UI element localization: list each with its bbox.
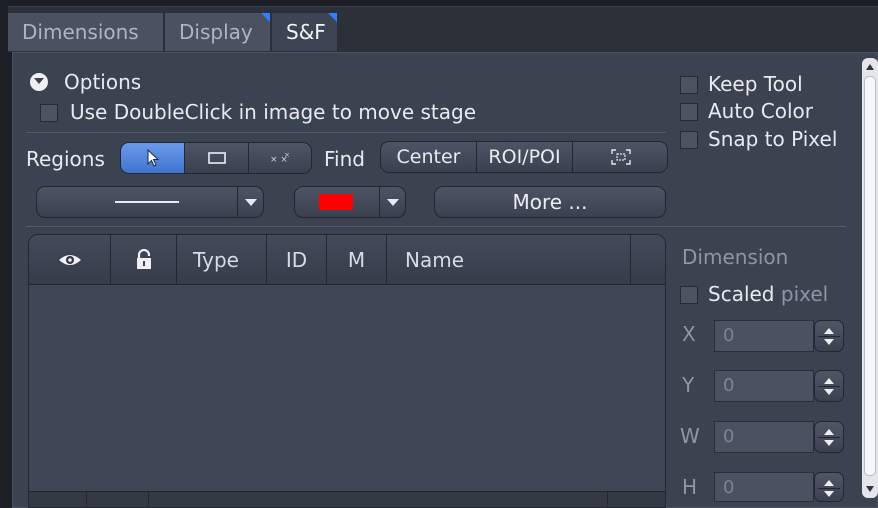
tab-corner-marker	[328, 13, 337, 22]
dimension-header: Dimension	[682, 245, 789, 269]
options-collapse-icon[interactable]	[30, 73, 48, 91]
table-header: Type ID M Name	[29, 235, 665, 285]
divider	[26, 226, 846, 227]
find-button-group: Center ROI/POI	[380, 141, 668, 173]
find-center-label: Center	[396, 146, 461, 168]
roi-table: Type ID M Name	[28, 234, 666, 508]
column-type[interactable]: Type	[177, 235, 267, 285]
keep-tool-label: Keep Tool	[708, 72, 803, 96]
find-center-button[interactable]: Center	[381, 142, 477, 172]
w-field[interactable]: 0	[714, 421, 814, 453]
w-stepper[interactable]	[814, 421, 844, 453]
footer-button-folder[interactable]	[87, 492, 149, 507]
column-m-label: M	[347, 248, 366, 272]
rectangle-icon	[207, 152, 226, 164]
pointer-tool-button[interactable]	[121, 143, 185, 173]
points-tool-button[interactable]: × × ×	[249, 143, 311, 173]
chevron-down-icon	[237, 187, 263, 217]
find-label: Find	[324, 147, 365, 171]
line-style-dropdown[interactable]	[36, 186, 264, 218]
keep-tool-checkbox[interactable]	[680, 76, 698, 94]
column-id[interactable]: ID	[267, 235, 327, 285]
footer-button-left[interactable]	[29, 492, 87, 507]
doubleclick-label: Use DoubleClick in image to move stage	[70, 100, 477, 124]
more-button-label: More ...	[512, 190, 588, 214]
snap-to-pixel-label: Snap to Pixel	[708, 127, 838, 151]
h-stepper[interactable]	[814, 472, 844, 502]
scaled-checkbox[interactable]	[680, 286, 698, 304]
w-label: W	[680, 424, 700, 448]
table-body	[29, 286, 665, 492]
x-label: X	[682, 322, 696, 346]
h-label: H	[682, 475, 698, 499]
eye-icon	[58, 255, 81, 265]
y-label: Y	[682, 373, 695, 397]
doubleclick-checkbox[interactable]	[40, 104, 58, 122]
points-icon: × × ×	[270, 151, 290, 165]
scaled-label: Scaled pixel	[708, 282, 828, 306]
column-type-label: Type	[193, 248, 239, 272]
regions-label: Regions	[26, 147, 105, 171]
y-field[interactable]: 0	[714, 370, 814, 402]
find-fit-button[interactable]	[573, 142, 667, 172]
x-stepper[interactable]	[814, 320, 844, 352]
lock-icon	[136, 249, 151, 269]
divider	[26, 132, 666, 133]
column-m[interactable]: M	[327, 235, 387, 285]
find-roi-poi-label: ROI/POI	[488, 146, 561, 168]
regions-tool-group: × × ×	[120, 142, 312, 174]
auto-color-checkbox[interactable]	[680, 103, 698, 121]
x-field[interactable]: 0	[714, 320, 814, 352]
column-name-label: Name	[405, 248, 465, 272]
column-id-label: ID	[285, 248, 308, 272]
footer-button-delete[interactable]	[607, 492, 665, 507]
chevron-down-icon	[379, 187, 405, 217]
fit-selection-icon	[611, 149, 631, 165]
find-roi-poi-button[interactable]: ROI/POI	[477, 142, 573, 172]
options-header: Options	[64, 70, 142, 94]
column-visibility[interactable]	[29, 235, 111, 285]
scroll-down-icon[interactable]	[866, 486, 874, 492]
color-swatch	[319, 194, 353, 210]
tab-dimensions-label: Dimensions	[22, 20, 139, 44]
tab-display[interactable]: Display	[165, 13, 271, 51]
line-style-preview	[115, 201, 179, 203]
scaled-label-text: Scaled	[708, 282, 775, 306]
color-dropdown[interactable]	[294, 186, 406, 218]
tab-sf[interactable]: S&F	[272, 13, 338, 51]
vertical-scrollbar[interactable]	[862, 58, 878, 498]
pointer-icon	[147, 149, 159, 167]
tab-sf-label: S&F	[286, 20, 326, 44]
tab-corner-marker	[261, 13, 270, 22]
rectangle-tool-button[interactable]	[185, 143, 249, 173]
tab-dimensions[interactable]: Dimensions	[8, 13, 164, 51]
column-lock[interactable]	[111, 235, 177, 285]
tab-bar: Dimensions Display S&F	[8, 6, 878, 52]
svg-text:×: ×	[284, 151, 290, 159]
auto-color-label: Auto Color	[708, 99, 814, 123]
scroll-up-icon[interactable]	[866, 64, 874, 70]
column-name[interactable]: Name	[387, 235, 631, 285]
y-stepper[interactable]	[814, 370, 844, 402]
table-footer-toolbar	[29, 491, 665, 507]
snap-to-pixel-checkbox[interactable]	[680, 131, 698, 149]
scaled-unit: pixel	[780, 282, 829, 306]
tab-display-label: Display	[179, 20, 253, 44]
more-button[interactable]: More ...	[434, 186, 666, 218]
h-field[interactable]: 0	[714, 472, 814, 502]
scrollbar-thumb[interactable]	[864, 76, 876, 476]
